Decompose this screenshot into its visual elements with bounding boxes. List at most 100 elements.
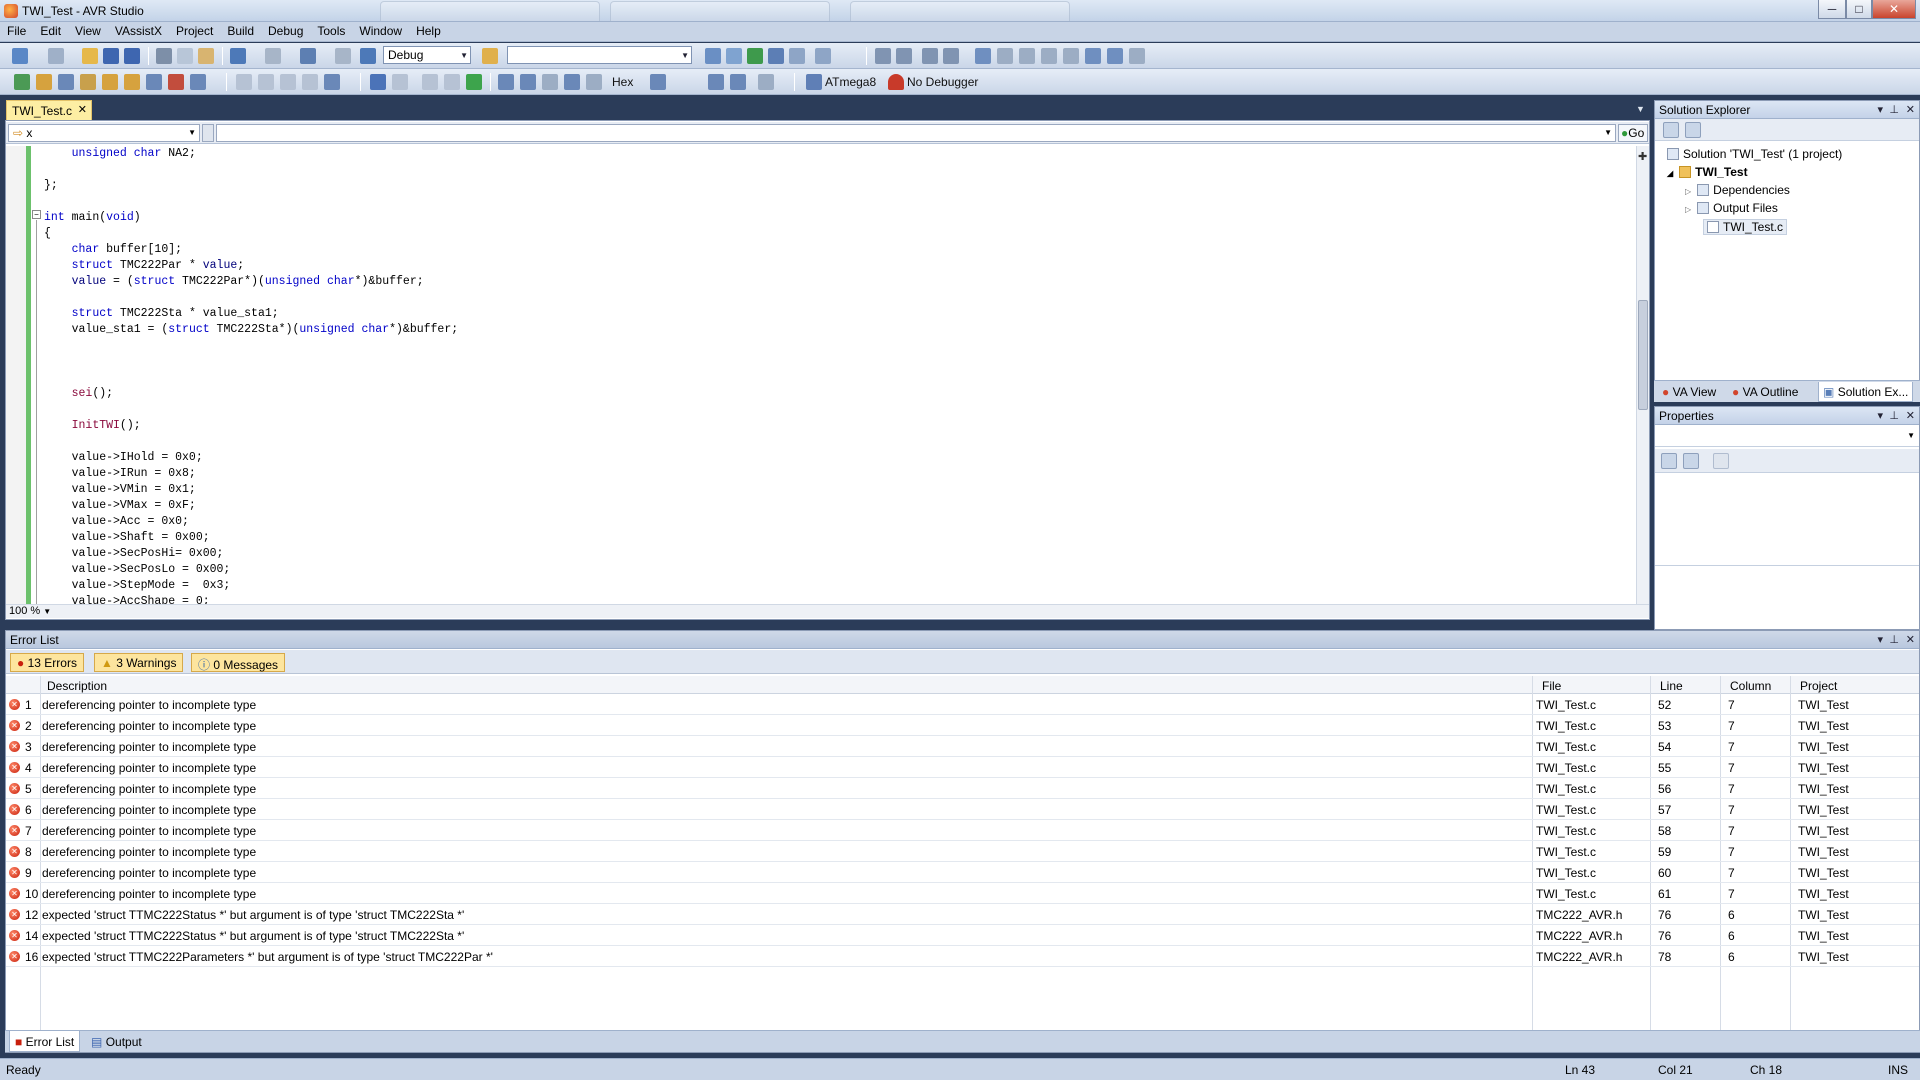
find-icon[interactable] (705, 48, 721, 64)
menu-help[interactable]: Help (409, 22, 448, 40)
member-select[interactable]: ▼ (216, 124, 1616, 142)
save-icon[interactable] (103, 48, 119, 64)
error-row[interactable]: ✕ 5 dereferencing pointer to incomplete ty… (6, 778, 1919, 799)
toolbox-icon[interactable] (1085, 48, 1101, 64)
build-icon[interactable] (747, 48, 763, 64)
code-line[interactable]: value->IHold = 0x0; (44, 450, 1624, 466)
panel-menu-icon[interactable]: ▾ (1877, 409, 1883, 422)
code-line[interactable]: value->IRun = 0x8; (44, 466, 1624, 482)
code-line[interactable]: value->AccShape = 0; (44, 594, 1624, 604)
step-over-icon[interactable] (258, 74, 274, 90)
code-line[interactable]: value->StepMode = 0x3; (44, 578, 1624, 594)
error-row[interactable]: ✕ 6 dereferencing pointer to incomplete ty… (6, 799, 1919, 820)
program-icon[interactable] (124, 74, 140, 90)
code-line[interactable] (44, 354, 1624, 370)
registers-icon[interactable] (730, 74, 746, 90)
highlight-icon[interactable] (190, 74, 206, 90)
code-line[interactable] (44, 402, 1624, 418)
menu-debug[interactable]: Debug (261, 22, 310, 40)
tab-list-chevron-icon[interactable]: ▼ (1636, 104, 1645, 114)
tab-va-outline[interactable]: ● VA Outline (1732, 385, 1798, 399)
error-row[interactable]: ✕ 14 expected 'struct TTMC222Status *' but… (6, 925, 1919, 946)
error-row[interactable]: ✕ 1 dereferencing pointer to incomplete ty… (6, 694, 1919, 715)
step-out2-icon[interactable] (542, 74, 558, 90)
properties-icon[interactable] (1107, 48, 1123, 64)
properties-object-select[interactable]: ▼ (1655, 427, 1919, 447)
outdent-icon[interactable] (896, 48, 912, 64)
menu-view[interactable]: View (68, 22, 108, 40)
split-editor-icon[interactable]: ✚ (1638, 150, 1647, 163)
tree-solution[interactable]: Solution 'TWI_Test' (1 project) (1667, 147, 1842, 161)
panel-menu-icon[interactable]: ▾ (1877, 633, 1883, 646)
error-row[interactable]: ✕ 16 expected 'struct TTMC222Parameters *'… (6, 946, 1919, 967)
menu-project[interactable]: Project (169, 22, 220, 40)
compile-icon[interactable] (14, 74, 30, 90)
copy-icon[interactable] (177, 48, 193, 64)
find-combo[interactable]: ▼ (507, 46, 692, 64)
code-line[interactable]: }; (44, 178, 1624, 194)
show-all-files-icon[interactable] (1685, 122, 1701, 138)
menu-window[interactable]: Window (352, 22, 409, 40)
close-window-button[interactable]: ✕ (1872, 0, 1916, 19)
code-line[interactable]: struct TMC222Par * value; (44, 258, 1624, 274)
code-line[interactable]: value->Shaft = 0x00; (44, 530, 1624, 546)
find-in-files-icon[interactable] (482, 48, 498, 64)
menu-file[interactable]: File (0, 22, 33, 40)
document-tab-twi-test[interactable]: TWI_Test.c ✕ (6, 100, 92, 120)
vertical-scroll-thumb[interactable] (1638, 300, 1648, 410)
step-out-icon[interactable] (280, 74, 296, 90)
close-icon[interactable]: ✕ (1906, 103, 1915, 116)
error-row[interactable]: ✕ 2 dereferencing pointer to incomplete ty… (6, 715, 1919, 736)
code-line[interactable]: value->VMin = 0x1; (44, 482, 1624, 498)
variable-icon[interactable] (146, 74, 162, 90)
error-row[interactable]: ✕ 9 dereferencing pointer to incomplete ty… (6, 862, 1919, 883)
start-icon[interactable] (360, 48, 376, 64)
column-description[interactable]: Description (47, 679, 107, 693)
step-icon[interactable] (236, 74, 252, 90)
solution-config-select[interactable]: Debug ▼ (383, 46, 471, 64)
tab-output[interactable]: ▤ Output (91, 1035, 142, 1049)
column-file[interactable]: File (1542, 679, 1561, 693)
code-line[interactable]: { (44, 226, 1624, 242)
collapsed-arrow-icon[interactable]: ▷ (1685, 205, 1691, 214)
step-over2-icon[interactable] (520, 74, 536, 90)
command-window-icon[interactable] (815, 48, 831, 64)
break-icon[interactable] (444, 74, 460, 90)
watch-icon[interactable] (708, 74, 724, 90)
properties-icon[interactable] (1663, 122, 1679, 138)
code-line[interactable]: value = (struct TMC222Par*)(unsigned cha… (44, 274, 1624, 290)
next-bookmark-icon[interactable] (1019, 48, 1035, 64)
open-file-icon[interactable] (36, 74, 52, 90)
tab-solution-explorer[interactable]: ▣ Solution Ex... (1818, 382, 1914, 402)
bookmark-folder-icon[interactable] (1041, 48, 1057, 64)
maximize-button[interactable]: □ (1846, 0, 1872, 19)
chip-icon[interactable] (80, 74, 96, 90)
pin-icon[interactable]: ⊥ (1889, 103, 1899, 116)
code-line[interactable] (44, 338, 1624, 354)
expanded-arrow-icon[interactable]: ◢ (1667, 169, 1673, 178)
tab-error-list[interactable]: ■ Error List (9, 1031, 81, 1052)
column-project[interactable]: Project (1800, 679, 1837, 693)
run-to-cursor-icon[interactable] (302, 74, 318, 90)
code-line[interactable]: int main(void) (44, 210, 1624, 226)
cut-icon[interactable] (156, 48, 172, 64)
io-view-icon[interactable] (758, 74, 774, 90)
code-text[interactable]: unsigned char NA2;}; int main(void){ char… (44, 146, 1624, 604)
clean-icon[interactable] (789, 48, 805, 64)
rebuild-icon[interactable] (768, 48, 784, 64)
new-project-icon[interactable] (12, 48, 28, 64)
horizontal-scrollbar[interactable] (6, 604, 1649, 618)
code-line[interactable]: sei(); (44, 386, 1624, 402)
add-item-icon[interactable] (48, 48, 64, 64)
code-line[interactable]: struct TMC222Sta * value_sta1; (44, 306, 1624, 322)
messages-filter-button[interactable]: ⓘ 0 Messages (191, 653, 286, 672)
clear-bookmarks-icon[interactable] (1063, 48, 1079, 64)
menu-edit[interactable]: Edit (33, 22, 68, 40)
device-selector[interactable]: ATmega8 (825, 75, 876, 89)
panel-menu-icon[interactable]: ▾ (1877, 103, 1883, 116)
code-line[interactable]: unsigned char NA2; (44, 146, 1624, 162)
code-line[interactable]: value->VMax = 0xF; (44, 498, 1624, 514)
error-row[interactable]: ✕ 10 dereferencing pointer to incomplete t… (6, 883, 1919, 904)
error-row[interactable]: ✕ 8 dereferencing pointer to incomplete ty… (6, 841, 1919, 862)
pin-icon[interactable]: ⊥ (1889, 409, 1899, 422)
